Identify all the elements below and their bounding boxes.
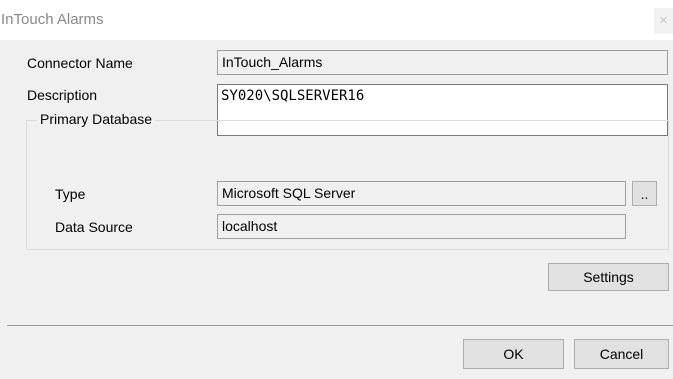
data-source-field[interactable]: localhost [217, 214, 626, 239]
title-bar: InTouch Alarms ✕ [0, 0, 673, 40]
settings-button[interactable]: Settings [548, 263, 669, 291]
primary-database-legend: Primary Database [37, 111, 156, 127]
data-source-label: Data Source [55, 219, 133, 235]
window-title: InTouch Alarms [1, 11, 104, 28]
close-icon[interactable]: ✕ [654, 8, 673, 34]
cancel-button[interactable]: Cancel [574, 339, 669, 369]
description-label: Description [27, 87, 98, 103]
dialog-window: InTouch Alarms ✕ Connector Name InTouch_… [0, 0, 673, 379]
type-field[interactable]: Microsoft SQL Server [217, 181, 626, 206]
browse-type-button[interactable]: .. [632, 181, 657, 206]
ok-button[interactable]: OK [463, 339, 564, 369]
connector-name-field[interactable]: InTouch_Alarms [217, 50, 668, 75]
footer-separator [7, 325, 673, 326]
type-label: Type [55, 186, 86, 202]
connector-name-label: Connector Name [27, 55, 133, 71]
